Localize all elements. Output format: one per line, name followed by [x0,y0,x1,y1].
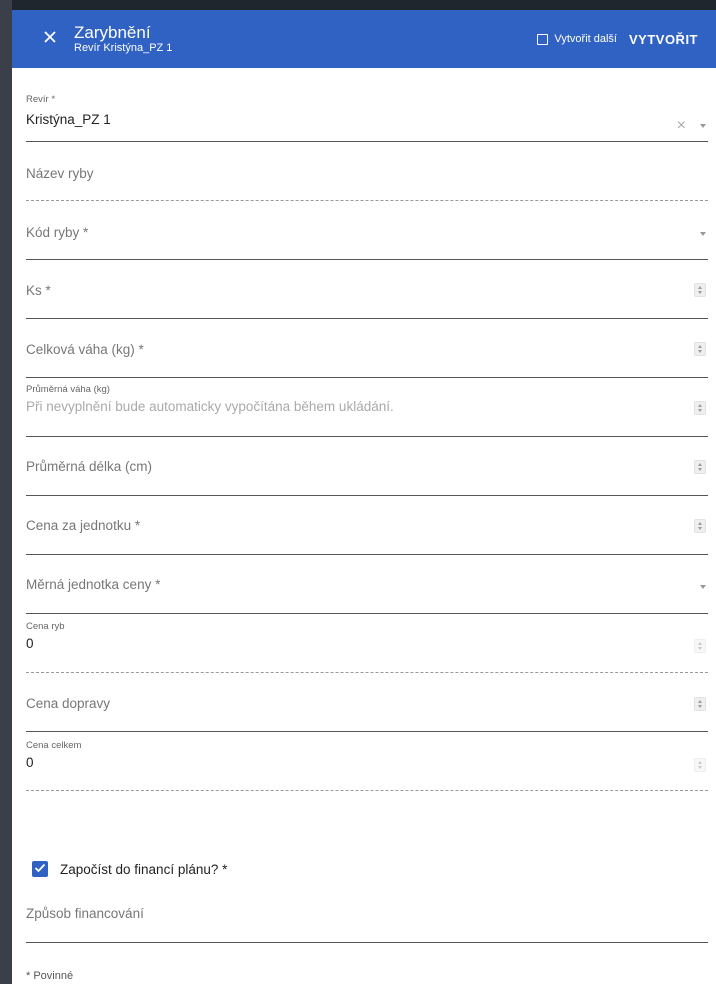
dialog-subtitle: Revír Kristýna_PZ 1 [74,42,173,54]
total-price-label: Cena celkem [26,740,82,751]
background-app-edge [0,0,12,984]
avg-weight-field[interactable]: Průměrná váha (kg) Při nevyplnění bude a… [26,378,708,437]
revir-value: Kristýna_PZ 1 [26,112,111,127]
check-icon [34,860,46,878]
total-price-field: Cena celkem 0 [26,732,708,791]
total-weight-placeholder: Celková váha (kg) * [26,342,144,357]
close-button[interactable] [28,17,72,61]
include-in-plan-label[interactable]: Započíst do financí plánu? * [60,862,227,877]
number-spinner-icon [694,639,706,653]
financing-method-placeholder: Způsob financování [26,906,144,921]
fish-code-placeholder: Kód ryby * [26,225,89,240]
chevron-down-icon[interactable] [700,124,706,128]
avg-length-placeholder: Průměrná délka (cm) [26,459,153,474]
required-note: * Povinné [26,970,74,982]
fish-price-label: Cena ryb [26,621,65,632]
unit-price-field[interactable]: Cena za jednotku * [26,496,708,555]
price-unit-placeholder: Měrná jednotka ceny * [26,577,161,592]
count-field[interactable]: Ks * [26,260,708,319]
number-spinner-icon[interactable] [694,283,706,297]
chevron-down-icon[interactable] [700,232,706,236]
number-spinner-icon[interactable] [694,460,706,474]
fish-name-field[interactable]: Název ryby [26,142,708,201]
window-top-edge [0,0,716,10]
total-price-underline [26,790,708,791]
include-in-plan-checkbox[interactable] [32,861,48,877]
number-spinner-icon[interactable] [694,401,706,415]
include-in-plan-row[interactable]: Započíst do financí plánu? * [32,861,227,877]
close-icon [43,30,57,49]
dialog-title: Zarybnění [74,23,151,42]
revir-select[interactable]: Revír * Kristýna_PZ 1 × [26,86,708,142]
avg-weight-label: Průměrná váha (kg) [26,384,110,395]
financing-method-field[interactable]: Způsob financování [26,884,708,943]
price-unit-select[interactable]: Měrná jednotka ceny * [26,555,708,614]
number-spinner-icon[interactable] [694,697,706,711]
number-spinner-icon[interactable] [694,342,706,356]
fish-price-field: Cena ryb 0 [26,614,708,673]
dialog-header: Zarybnění Revír Kristýna_PZ 1 Vytvořit d… [12,10,716,68]
count-placeholder: Ks * [26,283,51,298]
total-price-value: 0 [26,755,34,770]
transport-price-field[interactable]: Cena dopravy [26,673,708,732]
create-button[interactable]: VYTVOŘIT [629,32,698,47]
create-another-label[interactable]: Vytvořit další [554,33,617,45]
clear-icon[interactable]: × [677,118,686,134]
create-another-checkbox[interactable] [537,33,549,45]
number-spinner-icon [694,758,706,772]
avg-weight-hint: Při nevyplnění bude automaticky vypočítá… [26,399,394,414]
header-actions: Vytvořit další VYTVOŘIT [537,10,698,68]
transport-price-placeholder: Cena dopravy [26,696,111,711]
financing-method-underline [26,942,708,943]
create-stocking-dialog: Zarybnění Revír Kristýna_PZ 1 Vytvořit d… [12,10,716,984]
number-spinner-icon[interactable] [694,519,706,533]
fish-price-value: 0 [26,636,34,651]
chevron-down-icon[interactable] [700,585,706,589]
revir-label: Revír * [26,94,56,105]
fish-name-placeholder: Název ryby [26,166,94,181]
avg-length-field[interactable]: Průměrná délka (cm) [26,437,708,496]
dialog-title-block: Zarybnění Revír Kristýna_PZ 1 [74,23,172,55]
unit-price-placeholder: Cena za jednotku * [26,518,141,533]
fish-code-select[interactable]: Kód ryby * [26,201,708,260]
total-weight-field[interactable]: Celková váha (kg) * [26,319,708,378]
